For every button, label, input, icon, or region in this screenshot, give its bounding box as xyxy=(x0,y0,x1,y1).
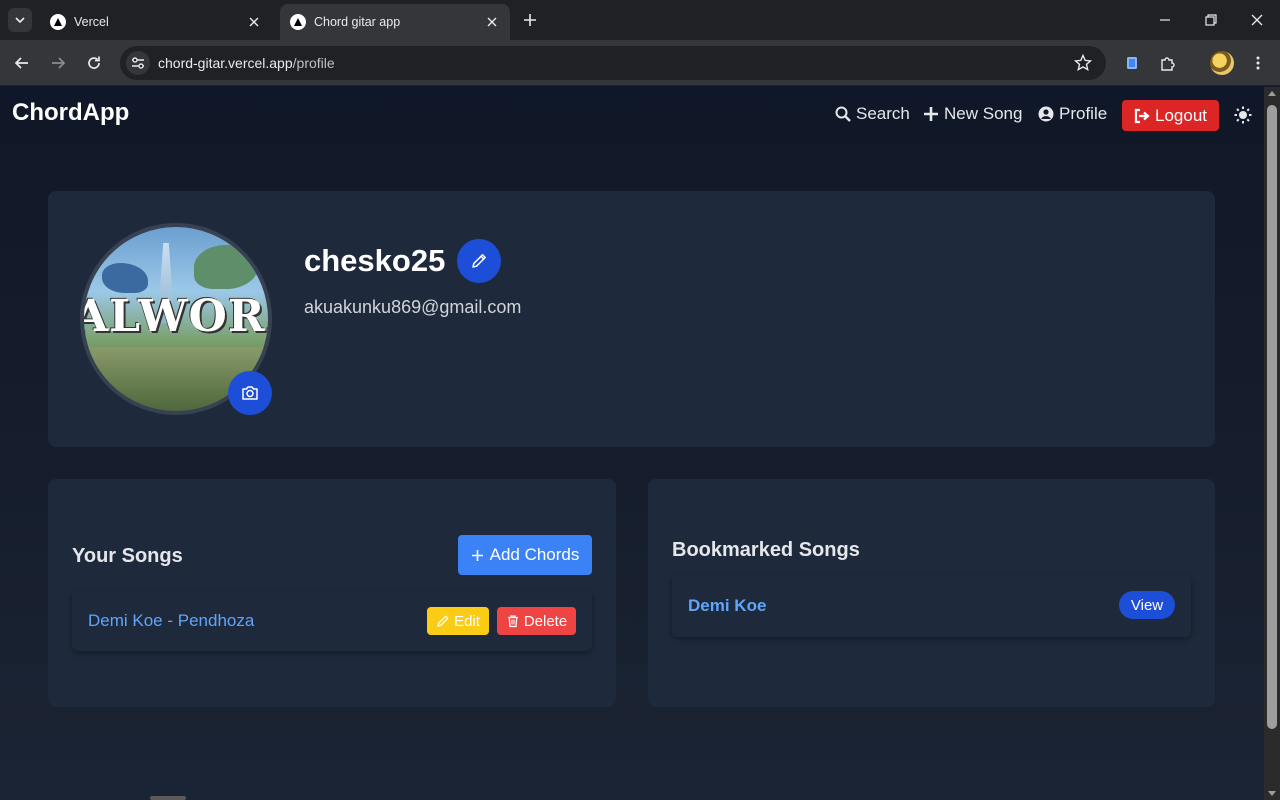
browser-tab-bar: Vercel Chord gitar app xyxy=(0,0,1280,40)
restore-button[interactable] xyxy=(1198,8,1224,32)
edit-label: Edit xyxy=(454,612,480,630)
tab-title: Chord gitar app xyxy=(314,15,401,29)
reload-button[interactable] xyxy=(82,51,106,75)
search-icon xyxy=(835,106,851,122)
profile-username: chesko25 xyxy=(304,243,446,278)
url-host: chord-gitar.vercel.app xyxy=(158,55,293,71)
url-text: chord-gitar.vercel.app/profile xyxy=(158,55,335,71)
extension-button[interactable] xyxy=(1120,51,1144,75)
nav-new-song-link[interactable]: New Song xyxy=(923,104,1022,124)
vercel-icon xyxy=(290,14,306,30)
your-songs-card: Your Songs Add Chords Demi Koe - Pendhoz… xyxy=(48,479,616,707)
arrow-right-icon xyxy=(52,57,66,69)
nav-search-link[interactable]: Search xyxy=(835,104,910,124)
document-icon xyxy=(1127,57,1137,69)
plus-icon xyxy=(924,107,938,121)
edit-username-button[interactable] xyxy=(457,239,501,283)
nav-profile-label: Profile xyxy=(1059,104,1108,123)
delete-label: Delete xyxy=(523,612,568,630)
your-songs-title: Your Songs xyxy=(72,545,183,567)
profile-email: akuakunku869@gmail.com xyxy=(304,297,522,317)
minimize-icon xyxy=(1160,19,1170,21)
nav-search-label: Search xyxy=(856,104,910,123)
nav-new-song-label: New Song xyxy=(944,104,1023,123)
add-chords-button[interactable]: Add Chords xyxy=(458,535,592,575)
edit-song-button[interactable]: Edit xyxy=(427,607,489,635)
nav-profile-link[interactable]: Profile xyxy=(1038,104,1107,124)
delete-song-button[interactable]: Delete xyxy=(497,607,576,635)
theme-toggle-sun-icon[interactable] xyxy=(1234,106,1252,124)
profile-card: ALWORL chesko25 akuakunku869@gmail.com xyxy=(48,191,1215,447)
page-scrollbar[interactable] xyxy=(1264,87,1280,800)
avatar-art xyxy=(194,245,258,289)
add-chords-label: Add Chords xyxy=(489,545,580,564)
scroll-down-arrow-icon[interactable] xyxy=(1268,791,1276,796)
sign-out-icon xyxy=(1134,108,1150,123)
scrollbar-thumb[interactable] xyxy=(1267,105,1277,729)
tab-title: Vercel xyxy=(74,15,109,29)
bookmarked-songs-title: Bookmarked Songs xyxy=(672,539,860,561)
plus-icon xyxy=(471,549,483,561)
bookmarked-songs-card: Bookmarked Songs Demi Koe View xyxy=(648,479,1215,707)
camera-icon xyxy=(242,386,258,400)
view-bookmark-button[interactable]: View xyxy=(1119,591,1175,619)
logout-button[interactable]: Logout xyxy=(1122,100,1219,131)
tab-vercel[interactable]: Vercel xyxy=(40,4,272,40)
vercel-icon xyxy=(50,14,66,30)
avatar-art xyxy=(102,263,148,293)
address-bar[interactable]: chord-gitar.vercel.app/profile xyxy=(120,46,1106,80)
chevron-down-icon xyxy=(15,17,25,24)
horizontal-scroll-indicator xyxy=(150,796,186,800)
tab-search-button[interactable] xyxy=(8,8,32,32)
url-path: /profile xyxy=(292,55,335,71)
bookmark-title-link[interactable]: Demi Koe xyxy=(688,596,766,616)
close-tab-icon[interactable] xyxy=(484,14,500,30)
browser-profile-avatar[interactable] xyxy=(1210,51,1234,75)
new-tab-button[interactable] xyxy=(520,10,540,30)
extensions-button[interactable] xyxy=(1156,51,1180,75)
plus-icon xyxy=(524,14,536,26)
reload-icon xyxy=(88,56,100,69)
page-viewport: ChordApp Search New Song Profile Logout … xyxy=(0,87,1264,800)
minimize-button[interactable] xyxy=(1152,8,1178,32)
close-icon xyxy=(1251,14,1263,26)
forward-button[interactable] xyxy=(46,51,70,75)
browser-toolbar: chord-gitar.vercel.app/profile xyxy=(0,40,1280,86)
song-title-link[interactable]: Demi Koe - Pendhoza xyxy=(88,611,254,631)
close-tab-icon[interactable] xyxy=(246,14,262,30)
restore-icon xyxy=(1205,14,1217,26)
change-avatar-button[interactable] xyxy=(228,371,272,415)
puzzle-icon xyxy=(1161,57,1175,71)
user-circle-icon xyxy=(1038,106,1054,122)
scroll-up-arrow-icon[interactable] xyxy=(1268,91,1276,96)
song-list-item: Demi Koe - Pendhoza Edit Delete xyxy=(72,591,592,651)
avatar-logo-text: ALWORL xyxy=(80,291,268,342)
site-settings-icon[interactable] xyxy=(126,51,150,75)
bookmark-list-item: Demi Koe View xyxy=(672,575,1191,637)
pencil-icon xyxy=(472,254,486,268)
brand-logo[interactable]: ChordApp xyxy=(12,99,129,127)
tab-chord-gitar-app[interactable]: Chord gitar app xyxy=(280,4,510,40)
bookmark-star-icon[interactable] xyxy=(1074,54,1092,72)
arrow-left-icon xyxy=(14,57,28,69)
trash-icon xyxy=(507,615,518,628)
pencil-icon xyxy=(437,615,449,627)
more-vert-icon xyxy=(1256,56,1260,70)
back-button[interactable] xyxy=(10,51,34,75)
close-window-button[interactable] xyxy=(1244,8,1270,32)
browser-menu-button[interactable] xyxy=(1246,51,1270,75)
logout-label: Logout xyxy=(1155,105,1207,125)
